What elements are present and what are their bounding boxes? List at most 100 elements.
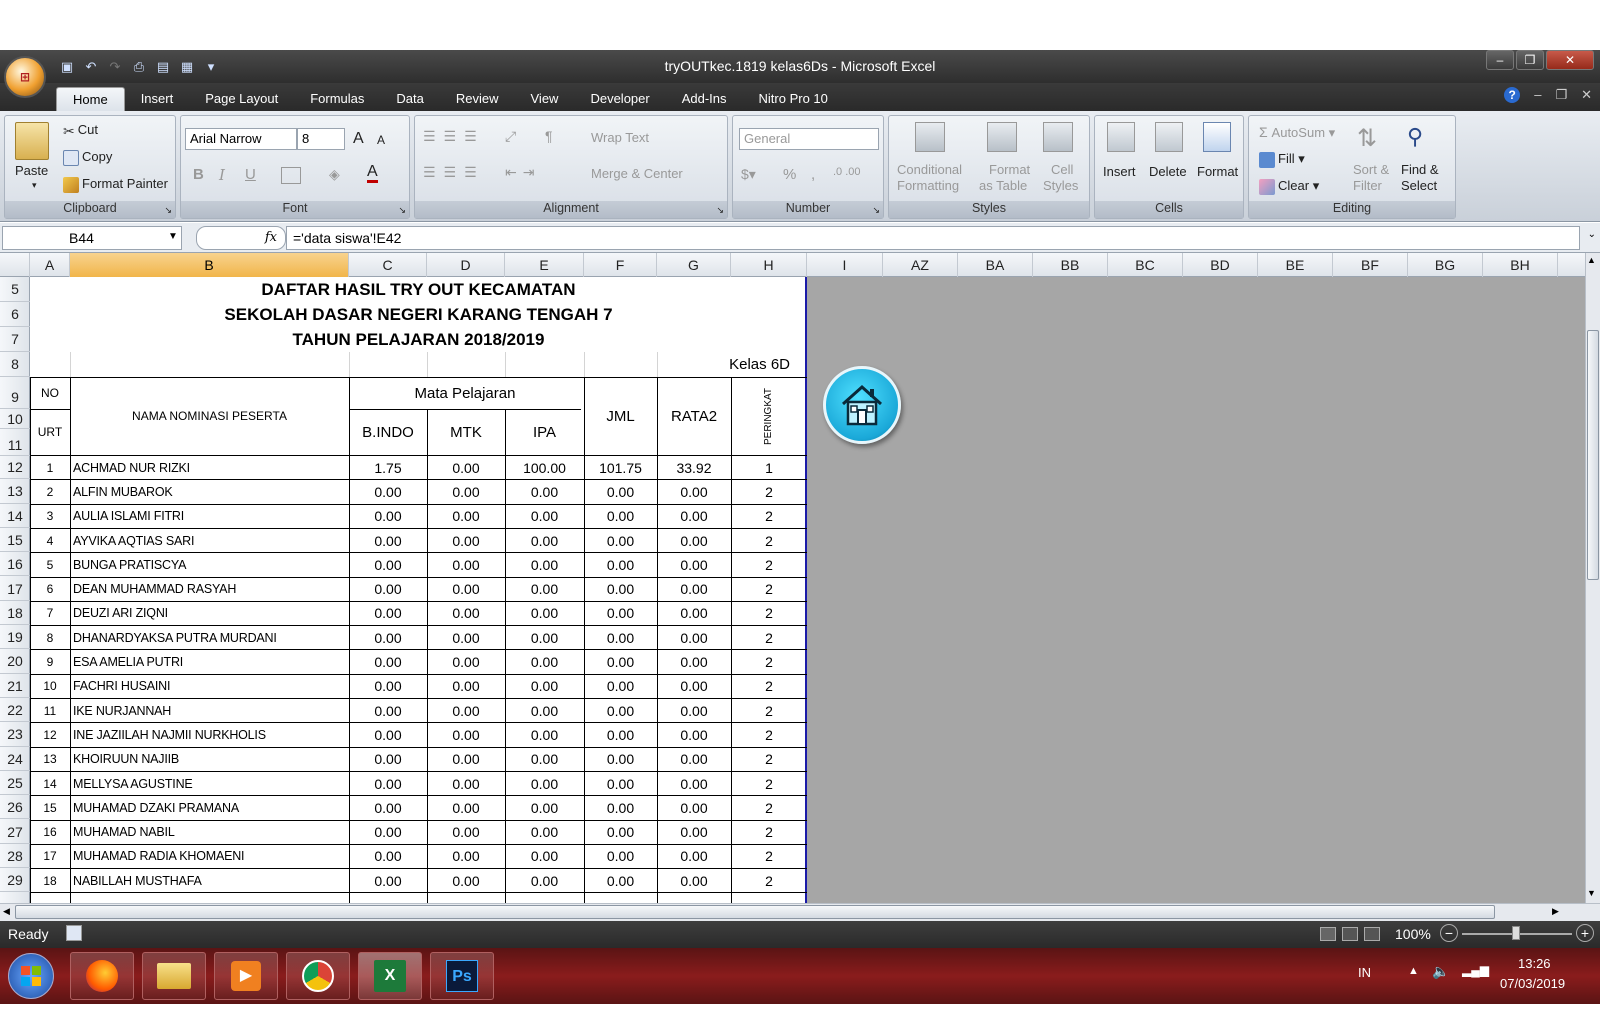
paste-dropdown-icon[interactable]: ▾: [32, 180, 37, 191]
cell-rata[interactable]: 0.00: [657, 723, 731, 746]
cell-no[interactable]: 15: [30, 796, 70, 819]
row-header[interactable]: 16: [0, 552, 30, 577]
cell-rata[interactable]: 0.00: [657, 602, 731, 625]
cell-bindo[interactable]: 0.00: [349, 845, 427, 868]
vertical-align-icons[interactable]: ☰☰☰: [423, 128, 485, 145]
cell-bindo[interactable]: 0.00: [349, 480, 427, 503]
cell-jml[interactable]: 0.00: [584, 796, 657, 819]
cell-jml[interactable]: 0.00: [584, 505, 657, 528]
cell-rank[interactable]: 2: [731, 699, 807, 722]
cell-mtk[interactable]: 0.00: [427, 650, 505, 673]
conditional-formatting-label2[interactable]: Formatting: [897, 178, 959, 193]
scroll-up-icon[interactable]: ▲: [1587, 255, 1596, 265]
taskbar-excel[interactable]: X: [358, 952, 422, 1000]
row-header[interactable]: 21: [0, 674, 30, 698]
volume-icon[interactable]: 🔈: [1432, 963, 1449, 980]
input-language[interactable]: IN: [1358, 965, 1371, 980]
clipboard-launcher-icon[interactable]: ↘: [164, 205, 172, 216]
row-header-8[interactable]: 8: [0, 352, 30, 377]
row-header[interactable]: 27: [0, 820, 30, 844]
cell-rata[interactable]: 0.00: [657, 626, 731, 649]
row-header-9[interactable]: 9: [0, 377, 30, 409]
cell-rata[interactable]: 0.00: [657, 796, 731, 819]
cell-nama[interactable]: MUHAMAD DZAKI PRAMANA: [70, 796, 349, 819]
cell-jml[interactable]: 0.00: [584, 869, 657, 892]
tab-nitro-pro[interactable]: Nitro Pro 10: [743, 87, 844, 111]
cell-mtk[interactable]: 0.00: [427, 602, 505, 625]
cell-jml[interactable]: 0.00: [584, 675, 657, 698]
cell-nama[interactable]: INE JAZIILAH NAJMII NURKHOLIS: [70, 723, 349, 746]
cell-mtk[interactable]: 0.00: [427, 748, 505, 771]
tab-insert[interactable]: Insert: [125, 87, 190, 111]
cell-nama[interactable]: BUNGA PRATISCYA: [70, 553, 349, 576]
conditional-formatting-icon[interactable]: [915, 122, 945, 152]
page-break-view-icon[interactable]: [1364, 927, 1380, 941]
currency-icon[interactable]: $▾: [741, 166, 756, 183]
show-hidden-icons[interactable]: ▲: [1408, 965, 1419, 977]
cell-bindo[interactable]: 0.00: [349, 772, 427, 795]
col-header-g[interactable]: G: [657, 253, 731, 277]
cell-jml[interactable]: 0.00: [584, 723, 657, 746]
underline-button[interactable]: U: [245, 166, 256, 183]
row-header[interactable]: 12: [0, 455, 30, 480]
cell-no[interactable]: 3: [30, 505, 70, 528]
cell-mtk[interactable]: 0.00: [427, 821, 505, 844]
cell-bindo[interactable]: 0.00: [349, 529, 427, 552]
cell-no[interactable]: 11: [30, 699, 70, 722]
cell-no[interactable]: 4: [30, 529, 70, 552]
cell-jml[interactable]: 0.00: [584, 553, 657, 576]
row-header[interactable]: 20: [0, 649, 30, 674]
cell-ipa[interactable]: 0.00: [505, 505, 584, 528]
clock-date[interactable]: 07/03/2019: [1500, 976, 1565, 991]
cell-mtk[interactable]: 0.00: [427, 626, 505, 649]
cell-ipa[interactable]: 0.00: [505, 529, 584, 552]
cell-rata[interactable]: 0.00: [657, 772, 731, 795]
cell-rank[interactable]: 2: [731, 723, 807, 746]
cell-jml[interactable]: 0.00: [584, 602, 657, 625]
grow-font-button[interactable]: A: [353, 130, 364, 148]
cell-rank[interactable]: 2: [731, 796, 807, 819]
scroll-right-icon[interactable]: ▶: [1552, 906, 1559, 917]
cell-rata[interactable]: 0.00: [657, 748, 731, 771]
col-header-a[interactable]: A: [30, 253, 70, 277]
cell-jml[interactable]: 101.75: [584, 456, 657, 479]
cell-mtk[interactable]: 0.00: [427, 772, 505, 795]
col-header-bc[interactable]: BC: [1108, 253, 1183, 277]
cell-mtk[interactable]: 0.00: [427, 480, 505, 503]
merge-center-button[interactable]: Merge & Center: [591, 166, 683, 181]
cell-rata[interactable]: 0.00: [657, 845, 731, 868]
alignment-launcher-icon[interactable]: ↘: [716, 205, 724, 216]
format-as-table-label2[interactable]: as Table: [979, 178, 1027, 193]
row-header-10[interactable]: 10: [0, 409, 30, 429]
row-header[interactable]: 28: [0, 844, 30, 869]
font-launcher-icon[interactable]: ↘: [398, 205, 406, 216]
cell-ipa[interactable]: 0.00: [505, 650, 584, 673]
cell-mtk[interactable]: 0.00: [427, 529, 505, 552]
row-header[interactable]: 14: [0, 504, 30, 528]
fill-color-icon[interactable]: ◈: [329, 166, 340, 183]
cell-mtk[interactable]: 0.00: [427, 578, 505, 601]
cell-no[interactable]: 1: [30, 456, 70, 479]
autosum-button[interactable]: Σ AutoSum ▾: [1259, 124, 1335, 141]
tab-page-layout[interactable]: Page Layout: [189, 87, 294, 111]
cell-nama[interactable]: MELLYSA AGUSTINE: [70, 772, 349, 795]
cell-bindo[interactable]: 0.00: [349, 602, 427, 625]
cell-nama[interactable]: FACHRI HUSAINI: [70, 675, 349, 698]
cell-nama[interactable]: DEAN MUHAMMAD RASYAH: [70, 578, 349, 601]
borders-icon[interactable]: [281, 167, 301, 184]
cell-rank[interactable]: 2: [731, 772, 807, 795]
taskbar-file-explorer[interactable]: [142, 952, 206, 1000]
cell-rank[interactable]: 2: [731, 650, 807, 673]
cell-bindo[interactable]: 0.00: [349, 578, 427, 601]
cell-no[interactable]: 16: [30, 821, 70, 844]
cell-styles-label[interactable]: Cell: [1051, 162, 1073, 177]
workbook-close-button[interactable]: ✕: [1581, 87, 1592, 103]
cell-nama[interactable]: ALFIN MUBAROK: [70, 480, 349, 503]
cell-bindo[interactable]: 0.00: [349, 723, 427, 746]
cell-rata[interactable]: 33.92: [657, 456, 731, 479]
cell-rata[interactable]: 0.00: [657, 505, 731, 528]
cell-no[interactable]: 12: [30, 723, 70, 746]
row-header[interactable]: 13: [0, 479, 30, 504]
row-header-7[interactable]: 7: [0, 327, 30, 352]
delete-cells-icon[interactable]: [1155, 122, 1183, 152]
